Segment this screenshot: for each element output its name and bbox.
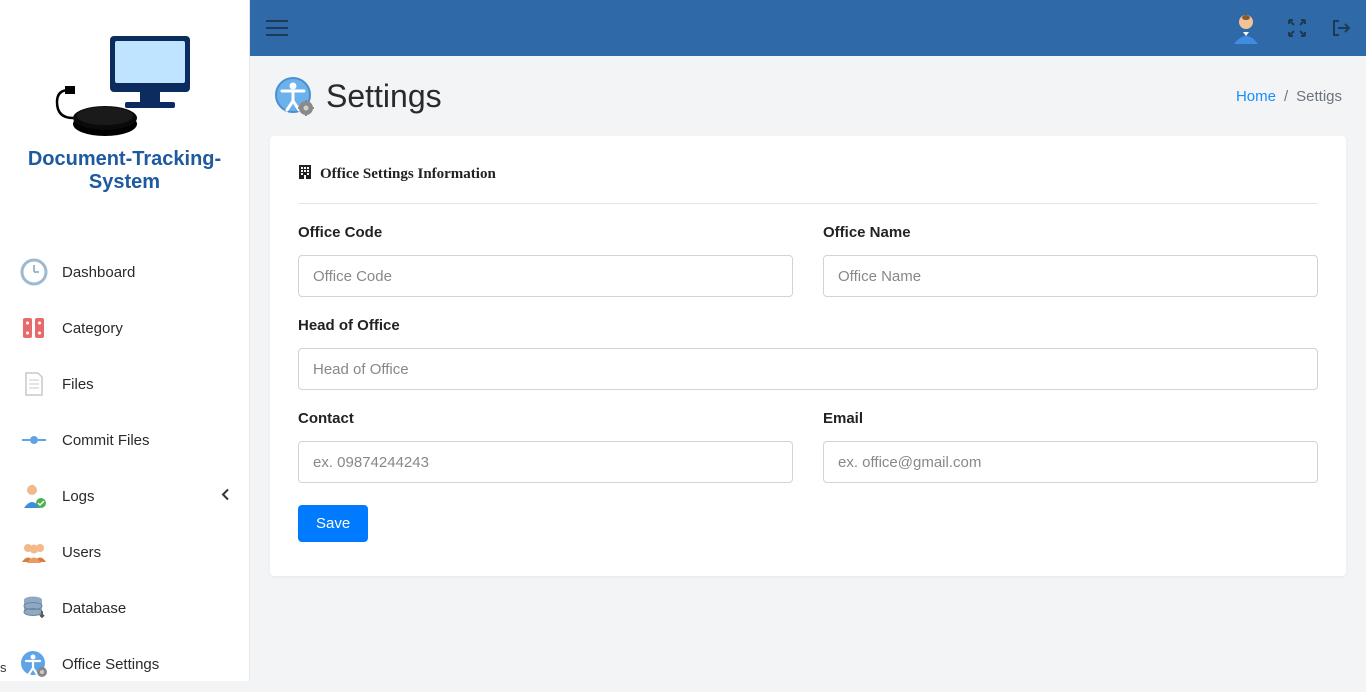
accessibility-gear-icon — [18, 648, 50, 680]
building-icon — [298, 164, 312, 185]
fullscreen-icon[interactable] — [1288, 19, 1306, 37]
sidebar-item-category[interactable]: Category — [0, 300, 249, 356]
page-header: Settings Home / Settigs — [270, 76, 1346, 116]
head-of-office-label: Head of Office — [298, 317, 1318, 334]
office-name-input[interactable] — [823, 255, 1318, 297]
sidebar-item-label: Logs — [62, 488, 95, 505]
sidebar-item-label: Users — [62, 544, 101, 561]
sidebar-item-label: Category — [62, 320, 123, 337]
sidebar-item-database[interactable]: Database — [0, 580, 249, 636]
logout-icon[interactable] — [1332, 19, 1350, 37]
office-code-label: Office Code — [298, 224, 793, 241]
cards-icon — [18, 312, 50, 344]
email-label: Email — [823, 410, 1318, 427]
app-logo-text: Document-Tracking-System — [10, 148, 239, 194]
sidebar-item-label: Dashboard — [62, 264, 135, 281]
breadcrumb-separator: / — [1284, 88, 1288, 105]
stray-text: s — [0, 660, 7, 675]
logo-area: Document-Tracking-System — [0, 0, 249, 204]
breadcrumb-home-link[interactable]: Home — [1236, 88, 1276, 105]
breadcrumb-current: Settigs — [1296, 88, 1342, 105]
contact-input[interactable] — [298, 441, 793, 483]
card-title: Office Settings Information — [298, 164, 1318, 204]
clock-icon — [18, 256, 50, 288]
card-title-text: Office Settings Information — [320, 166, 496, 183]
hamburger-icon[interactable] — [266, 20, 288, 36]
sidebar-item-label: Office Settings — [62, 656, 159, 673]
breadcrumb: Home / Settigs — [1236, 88, 1342, 105]
sidebar-item-dashboard[interactable]: Dashboard — [0, 244, 249, 300]
head-of-office-input[interactable] — [298, 348, 1318, 390]
users-icon — [18, 536, 50, 568]
sidebar-item-commit-files[interactable]: Commit Files — [0, 412, 249, 468]
topbar — [250, 0, 1366, 56]
settings-card: Office Settings Information Office Code … — [270, 136, 1346, 576]
contact-label: Contact — [298, 410, 793, 427]
page-title: Settings — [326, 78, 442, 115]
database-icon — [18, 592, 50, 624]
sidebar: Document-Tracking-System Dashboard Categ… — [0, 0, 250, 681]
user-avatar[interactable] — [1230, 12, 1262, 44]
sidebar-item-label: Database — [62, 600, 126, 617]
user-check-icon — [18, 480, 50, 512]
sidebar-item-label: Files — [62, 376, 94, 393]
app-logo-icon — [55, 30, 195, 140]
save-button[interactable]: Save — [298, 505, 368, 542]
email-input[interactable] — [823, 441, 1318, 483]
sidebar-item-label: Commit Files — [62, 432, 150, 449]
sidebar-item-files[interactable]: Files — [0, 356, 249, 412]
sidebar-nav: Dashboard Category — [0, 244, 249, 692]
file-icon — [18, 368, 50, 400]
office-code-input[interactable] — [298, 255, 793, 297]
accessibility-gear-icon — [274, 76, 314, 116]
commit-icon — [18, 424, 50, 456]
sidebar-item-users[interactable]: Users — [0, 524, 249, 580]
main-content: Settings Home / Settigs Office Settings … — [250, 56, 1366, 681]
sidebar-item-logs[interactable]: Logs — [0, 468, 249, 524]
office-name-label: Office Name — [823, 224, 1318, 241]
sidebar-item-office-settings[interactable]: Office Settings — [0, 636, 249, 692]
chevron-left-icon — [221, 489, 231, 504]
